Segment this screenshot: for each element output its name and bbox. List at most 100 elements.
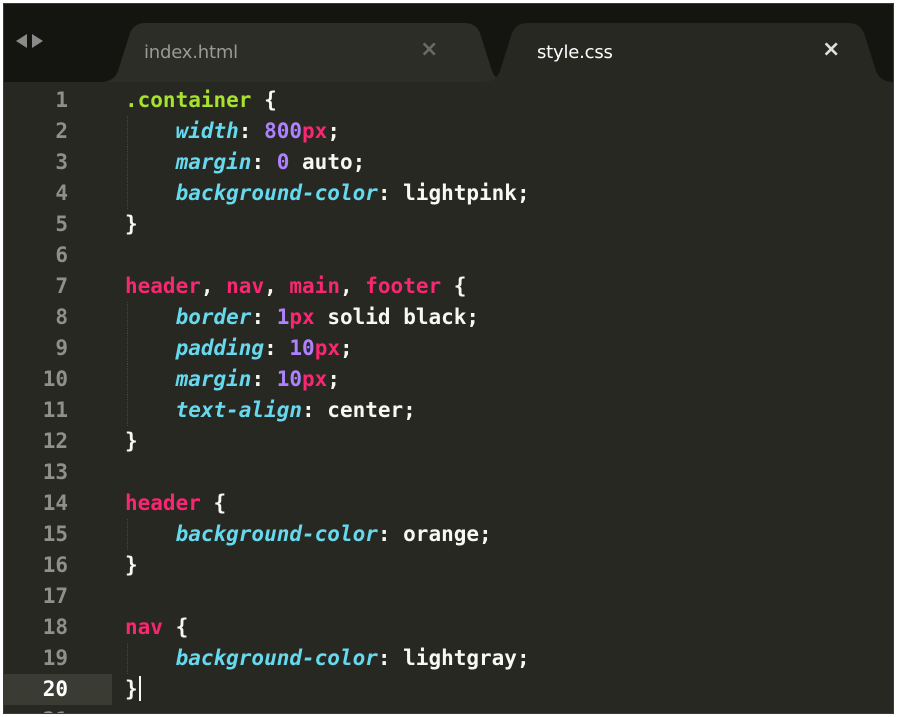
code-token: auto; <box>289 150 366 174</box>
code-line[interactable]: 5} <box>4 209 893 240</box>
code-token: : <box>251 367 277 391</box>
code-line[interactable]: 7 header, nav, main, footer { <box>4 271 893 302</box>
code-line[interactable]: 10 margin: 10px; <box>4 364 893 395</box>
code-line[interactable]: 14 header { <box>4 488 893 519</box>
code-line[interactable]: 9 padding: 10px; <box>4 333 893 364</box>
code-token: background-color <box>175 181 378 205</box>
text-cursor <box>138 676 141 701</box>
line-number: 1 <box>55 88 68 112</box>
line-text: header { <box>125 488 226 519</box>
line-number: 5 <box>55 212 68 236</box>
code-line[interactable]: 13 <box>4 457 893 488</box>
line-text: width: 800px; <box>125 116 340 147</box>
indent-guide <box>127 147 128 178</box>
code-line[interactable]: 4 background-color: lightpink; <box>4 178 893 209</box>
line-number: 20 <box>4 674 112 705</box>
code-line[interactable]: 2 width: 800px; <box>4 116 893 147</box>
line-number: 16 <box>42 553 68 577</box>
code-token: 0 <box>276 150 290 174</box>
previous-tab-icon[interactable] <box>16 34 27 48</box>
line-number: 4 <box>55 181 68 205</box>
line-number: 14 <box>42 491 68 515</box>
code-token: margin <box>175 367 252 391</box>
line-number: 10 <box>42 367 68 391</box>
code-token: } <box>125 553 138 577</box>
close-icon[interactable]: × <box>822 38 840 62</box>
code-token: : <box>264 336 290 360</box>
code-token: : lightpink; <box>377 181 530 205</box>
line-text: border: 1px solid black; <box>125 302 479 333</box>
code-token: : lightgray; <box>377 646 530 670</box>
line-number: 9 <box>55 336 68 360</box>
code-token: px <box>302 367 328 391</box>
code-token: ; <box>339 336 353 360</box>
line-text: text-align: center; <box>125 395 416 426</box>
code-token: nav <box>226 274 265 298</box>
code-token: .container <box>125 88 265 112</box>
code-token: px <box>302 119 328 143</box>
code-token: header <box>125 491 201 515</box>
line-number: 6 <box>55 243 68 267</box>
line-text: nav { <box>125 612 188 643</box>
code-token: 1 <box>276 305 290 329</box>
line-text: } <box>125 426 138 457</box>
code-token: } <box>125 677 138 701</box>
code-token: ; <box>327 119 340 143</box>
code-line[interactable]: 20} <box>4 674 893 705</box>
code-line[interactable]: 15 background-color: orange; <box>4 519 893 550</box>
code-token: , <box>264 274 290 298</box>
code-area[interactable]: 1 .container {2 width: 800px; 3 margin: 0 … <box>4 85 893 713</box>
code-line[interactable]: 3 margin: 0 auto; <box>4 147 893 178</box>
tab-navigation <box>16 34 43 48</box>
indent-guide <box>127 302 128 333</box>
line-text: header, nav, main, footer { <box>125 271 466 302</box>
code-token: 10 <box>289 336 315 360</box>
line-number: 19 <box>42 646 68 670</box>
code-token: : <box>251 150 277 174</box>
line-text: .container { <box>125 85 277 116</box>
tab-label: style.css <box>537 42 613 63</box>
code-token: solid black; <box>314 305 480 329</box>
code-line[interactable]: 6 <box>4 240 893 271</box>
line-number: 11 <box>42 398 68 422</box>
next-tab-icon[interactable] <box>32 34 43 48</box>
code-line[interactable]: 12} <box>4 426 893 457</box>
code-line[interactable]: 16} <box>4 550 893 581</box>
close-icon[interactable]: × <box>420 38 438 62</box>
indent-guide <box>127 178 128 209</box>
code-line[interactable]: 11 text-align: center; <box>4 395 893 426</box>
code-line[interactable]: 17 <box>4 581 893 612</box>
line-text: background-color: orange; <box>125 519 492 550</box>
code-token: border <box>175 305 252 329</box>
code-token: px <box>289 305 315 329</box>
code-token: { <box>162 615 189 639</box>
code-line[interactable]: 8 border: 1px solid black; <box>4 302 893 333</box>
code-token: px <box>314 336 340 360</box>
code-token: width <box>175 119 239 143</box>
code-token: padding <box>175 336 265 360</box>
code-token: margin <box>175 150 252 174</box>
line-number: 21 <box>4 705 68 713</box>
line-text: } <box>125 674 141 705</box>
indent-guide <box>127 364 128 395</box>
code-token: nav <box>125 615 163 639</box>
code-line[interactable]: 18 nav { <box>4 612 893 643</box>
line-text: padding: 10px; <box>125 333 353 364</box>
indent-guide <box>127 643 128 674</box>
tab-style-css[interactable]: style.css × <box>482 23 893 82</box>
line-number: 17 <box>42 584 68 608</box>
tab-index-html[interactable]: index.html × <box>100 23 510 82</box>
code-line[interactable]: 21 <box>4 705 893 713</box>
code-token: , <box>339 274 366 298</box>
code-line[interactable]: 19 background-color: lightgray; <box>4 643 893 674</box>
indent-guide <box>127 116 128 147</box>
code-line[interactable]: 1 .container { <box>4 85 893 116</box>
indent-guide <box>127 395 128 426</box>
